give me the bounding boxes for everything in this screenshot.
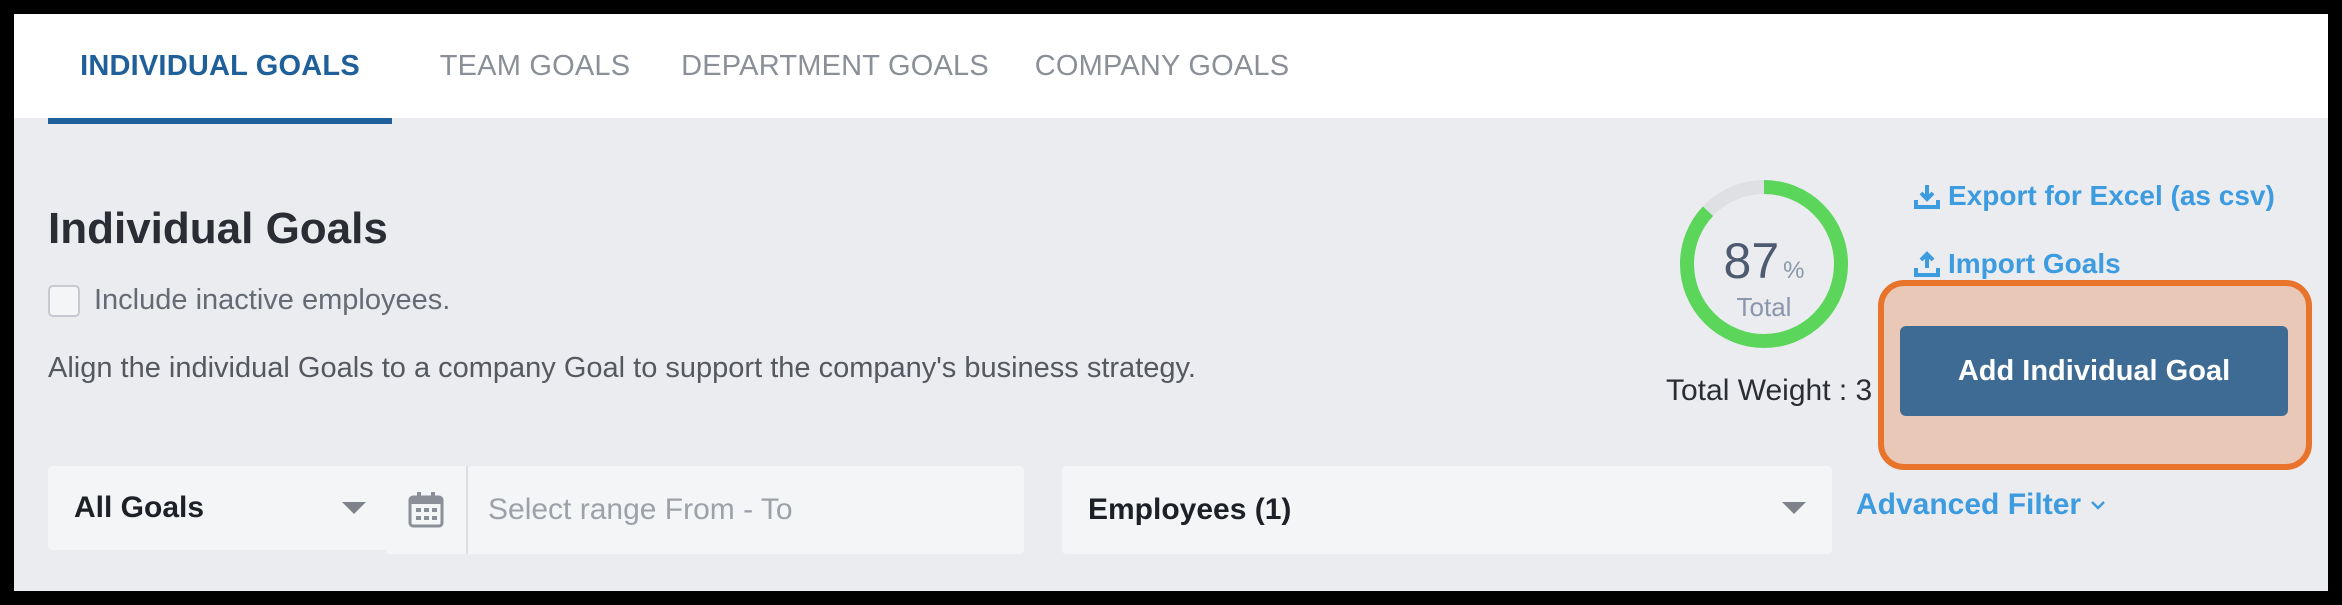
download-icon <box>1914 185 1940 209</box>
include-inactive-row[interactable]: Include inactive employees. <box>48 284 450 317</box>
export-csv-label: Export for Excel (as csv) <box>1948 180 2275 211</box>
tab-department-goals[interactable]: DEPARTMENT GOALS <box>680 14 990 118</box>
advanced-filter-link[interactable]: Advanced Filter <box>1856 488 2107 522</box>
date-range-placeholder: Select range From - To <box>488 493 793 526</box>
caret-down-icon <box>1782 502 1806 514</box>
employees-select[interactable]: Employees (1) <box>1062 466 1832 554</box>
calendar-icon <box>408 492 444 528</box>
tab-bar: INDIVIDUAL GOALS TEAM GOALS DEPARTMENT G… <box>14 14 2328 124</box>
total-percent: 87% <box>1674 232 1854 290</box>
include-inactive-checkbox[interactable] <box>48 284 80 317</box>
goals-page: INDIVIDUAL GOALS TEAM GOALS DEPARTMENT G… <box>14 14 2328 591</box>
upload-icon <box>1914 251 1940 277</box>
tab-team-goals[interactable]: TEAM GOALS <box>426 14 644 118</box>
page-title: Individual Goals <box>48 204 388 253</box>
percent-sign: % <box>1783 257 1805 284</box>
employees-select-value: Employees (1) <box>1088 493 1292 526</box>
advanced-filter-label: Advanced Filter <box>1856 488 2082 521</box>
calendar-button[interactable] <box>386 466 468 554</box>
import-goals-label: Import Goals <box>1948 248 2121 279</box>
import-goals-link[interactable]: Import Goals <box>1914 248 2121 280</box>
export-csv-link[interactable]: Export for Excel (as csv) <box>1914 180 2275 212</box>
goals-filter-select[interactable]: All Goals <box>48 466 392 550</box>
goals-filter-value: All Goals <box>74 491 205 524</box>
tab-individual-goals[interactable]: INDIVIDUAL GOALS <box>48 14 392 124</box>
tab-company-goals[interactable]: COMPANY GOALS <box>1024 14 1300 118</box>
include-inactive-label: Include inactive employees. <box>94 284 451 316</box>
page-description: Align the individual Goals to a company … <box>48 352 1196 384</box>
caret-down-icon <box>342 502 366 514</box>
add-individual-goal-button[interactable]: Add Individual Goal <box>1900 326 2288 416</box>
total-weight: Total Weight : 3 <box>1666 374 1873 407</box>
total-label: Total <box>1736 292 1792 322</box>
chevron-down-icon <box>2091 501 2105 510</box>
total-percent-value: 87 <box>1723 233 1780 289</box>
date-range-input[interactable]: Select range From - To <box>386 466 1024 554</box>
